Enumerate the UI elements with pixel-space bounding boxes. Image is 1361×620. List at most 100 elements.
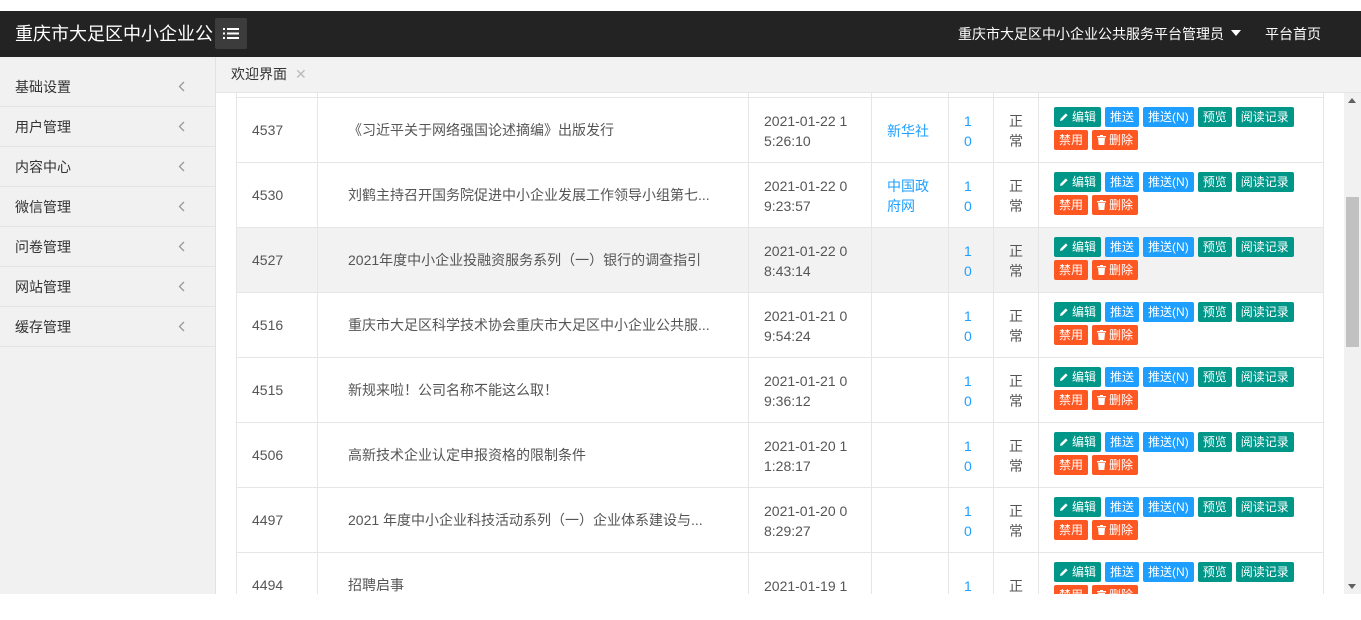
sidebar-item-content-center[interactable]: 内容中心 <box>0 147 215 187</box>
read-log-button[interactable]: 阅读记录 <box>1235 172 1294 192</box>
preview-button[interactable]: 预览 <box>1197 562 1232 582</box>
preview-button[interactable]: 预览 <box>1197 367 1232 387</box>
status-line: 正 <box>1009 177 1023 194</box>
vertical-scrollbar[interactable] <box>1344 93 1361 594</box>
push-button[interactable]: 推送 <box>1105 302 1140 322</box>
push-button[interactable]: 推送 <box>1105 432 1140 452</box>
close-icon[interactable]: ✕ <box>295 57 307 91</box>
delete-button[interactable]: 删除 <box>1092 325 1139 345</box>
admin-user-menu[interactable]: 重庆市大足区中小企业公共服务平台管理员 <box>958 11 1241 57</box>
article-source[interactable] <box>871 552 949 594</box>
push-button[interactable]: 推送 <box>1105 172 1140 192</box>
push-button[interactable]: 推送 <box>1105 237 1140 257</box>
push-button[interactable]: 推送 <box>1105 107 1140 127</box>
edit-button[interactable]: 编辑 <box>1054 237 1102 257</box>
delete-label: 删除 <box>1109 393 1134 407</box>
preview-button[interactable]: 预览 <box>1197 172 1232 192</box>
view-count[interactable]: 10 <box>948 292 994 358</box>
push-n-button[interactable]: 推送(N) <box>1143 432 1194 452</box>
article-source[interactable] <box>871 357 949 423</box>
scroll-down-arrow-icon[interactable] <box>1348 584 1356 589</box>
delete-button[interactable]: 删除 <box>1092 195 1139 215</box>
push-button[interactable]: 推送 <box>1105 497 1140 517</box>
disable-button[interactable]: 禁用 <box>1054 325 1089 345</box>
table-row: 4516 重庆市大足区科学技术协会重庆市大足区中小企业公共服... 2021-01-… <box>236 292 1324 358</box>
view-count[interactable]: 10 <box>948 227 994 293</box>
article-source[interactable] <box>871 487 949 553</box>
disable-button[interactable]: 禁用 <box>1054 520 1089 540</box>
read-log-button[interactable]: 阅读记录 <box>1235 432 1294 452</box>
read-log-button[interactable]: 阅读记录 <box>1235 107 1294 127</box>
read-log-button[interactable]: 阅读记录 <box>1235 237 1294 257</box>
tab-welcome[interactable]: 欢迎界面 ✕ <box>216 57 322 92</box>
push-n-button[interactable]: 推送(N) <box>1143 172 1194 192</box>
read-log-button[interactable]: 阅读记录 <box>1235 562 1294 582</box>
preview-button[interactable]: 预览 <box>1197 237 1232 257</box>
article-title: 刘鹤主持召开国务院促进中小企业发展工作领导小组第七... <box>317 162 749 228</box>
view-count[interactable]: 10 <box>948 97 994 163</box>
article-source[interactable] <box>871 292 949 358</box>
sidebar-item-cache-management[interactable]: 缓存管理 <box>0 307 215 347</box>
article-source[interactable] <box>871 227 949 293</box>
preview-button[interactable]: 预览 <box>1197 107 1232 127</box>
edit-button[interactable]: 编辑 <box>1054 107 1102 127</box>
table-row: 4506 高新技术企业认定申报资格的限制条件 2021-01-20 1 1:28:17… <box>236 422 1324 488</box>
edit-button[interactable]: 编辑 <box>1054 302 1102 322</box>
read-log-button[interactable]: 阅读记录 <box>1235 367 1294 387</box>
view-count[interactable]: 10 <box>948 357 994 423</box>
publish-time: 2021-01-21 0 9:54:24 <box>748 292 872 358</box>
delete-button[interactable]: 删除 <box>1092 130 1139 150</box>
delete-button[interactable]: 删除 <box>1092 520 1139 540</box>
push-n-button[interactable]: 推送(N) <box>1143 302 1194 322</box>
view-count[interactable]: 1 <box>948 552 994 594</box>
push-n-button[interactable]: 推送(N) <box>1143 367 1194 387</box>
disable-button[interactable]: 禁用 <box>1054 130 1089 150</box>
article-source[interactable]: 中国政 府网 <box>871 162 949 228</box>
delete-button[interactable]: 删除 <box>1092 390 1139 410</box>
preview-button[interactable]: 预览 <box>1197 302 1232 322</box>
preview-button[interactable]: 预览 <box>1197 432 1232 452</box>
push-n-button[interactable]: 推送(N) <box>1143 562 1194 582</box>
disable-button[interactable]: 禁用 <box>1054 455 1089 475</box>
push-n-button[interactable]: 推送(N) <box>1143 497 1194 517</box>
read-log-button[interactable]: 阅读记录 <box>1235 302 1294 322</box>
disable-button[interactable]: 禁用 <box>1054 585 1089 594</box>
edit-button[interactable]: 编辑 <box>1054 497 1102 517</box>
tab-label: 欢迎界面 <box>231 66 287 82</box>
article-title: 2021 年度中小企业科技活动系列（一）企业体系建设与... <box>317 487 749 553</box>
platform-home-link[interactable]: 平台首页 <box>1265 11 1321 57</box>
edit-button[interactable]: 编辑 <box>1054 432 1102 452</box>
push-n-button[interactable]: 推送(N) <box>1143 107 1194 127</box>
sidebar-item-wechat-management[interactable]: 微信管理 <box>0 187 215 227</box>
edit-button[interactable]: 编辑 <box>1054 367 1102 387</box>
preview-button[interactable]: 预览 <box>1197 497 1232 517</box>
sidebar-item-survey-management[interactable]: 问卷管理 <box>0 227 215 267</box>
article-source[interactable]: 新华社 <box>871 97 949 163</box>
menu-toggle-button[interactable] <box>215 18 247 49</box>
delete-button[interactable]: 删除 <box>1092 585 1139 594</box>
push-n-button[interactable]: 推送(N) <box>1143 237 1194 257</box>
disable-button[interactable]: 禁用 <box>1054 260 1089 280</box>
edit-button[interactable]: 编辑 <box>1054 562 1102 582</box>
article-source[interactable] <box>871 422 949 488</box>
sidebar-item-user-management[interactable]: 用户管理 <box>0 107 215 147</box>
delete-label: 删除 <box>1109 458 1134 472</box>
view-count[interactable]: 10 <box>948 487 994 553</box>
sidebar-item-basic-settings[interactable]: 基础设置 <box>0 67 215 107</box>
delete-button[interactable]: 删除 <box>1092 260 1139 280</box>
scroll-up-arrow-icon[interactable] <box>1348 98 1356 103</box>
chevron-left-icon <box>178 241 185 252</box>
sidebar-item-website-management[interactable]: 网站管理 <box>0 267 215 307</box>
edit-button[interactable]: 编辑 <box>1054 172 1102 192</box>
row-actions: 编辑推送推送(N)预览阅读记录禁用 删除 <box>1038 552 1324 594</box>
pencil-icon <box>1060 308 1068 316</box>
push-button[interactable]: 推送 <box>1105 562 1140 582</box>
disable-button[interactable]: 禁用 <box>1054 195 1089 215</box>
push-button[interactable]: 推送 <box>1105 367 1140 387</box>
view-count[interactable]: 10 <box>948 422 994 488</box>
view-count[interactable]: 10 <box>948 162 994 228</box>
scrollbar-thumb[interactable] <box>1346 197 1359 347</box>
disable-button[interactable]: 禁用 <box>1054 390 1089 410</box>
delete-button[interactable]: 删除 <box>1092 455 1139 475</box>
read-log-button[interactable]: 阅读记录 <box>1235 497 1294 517</box>
